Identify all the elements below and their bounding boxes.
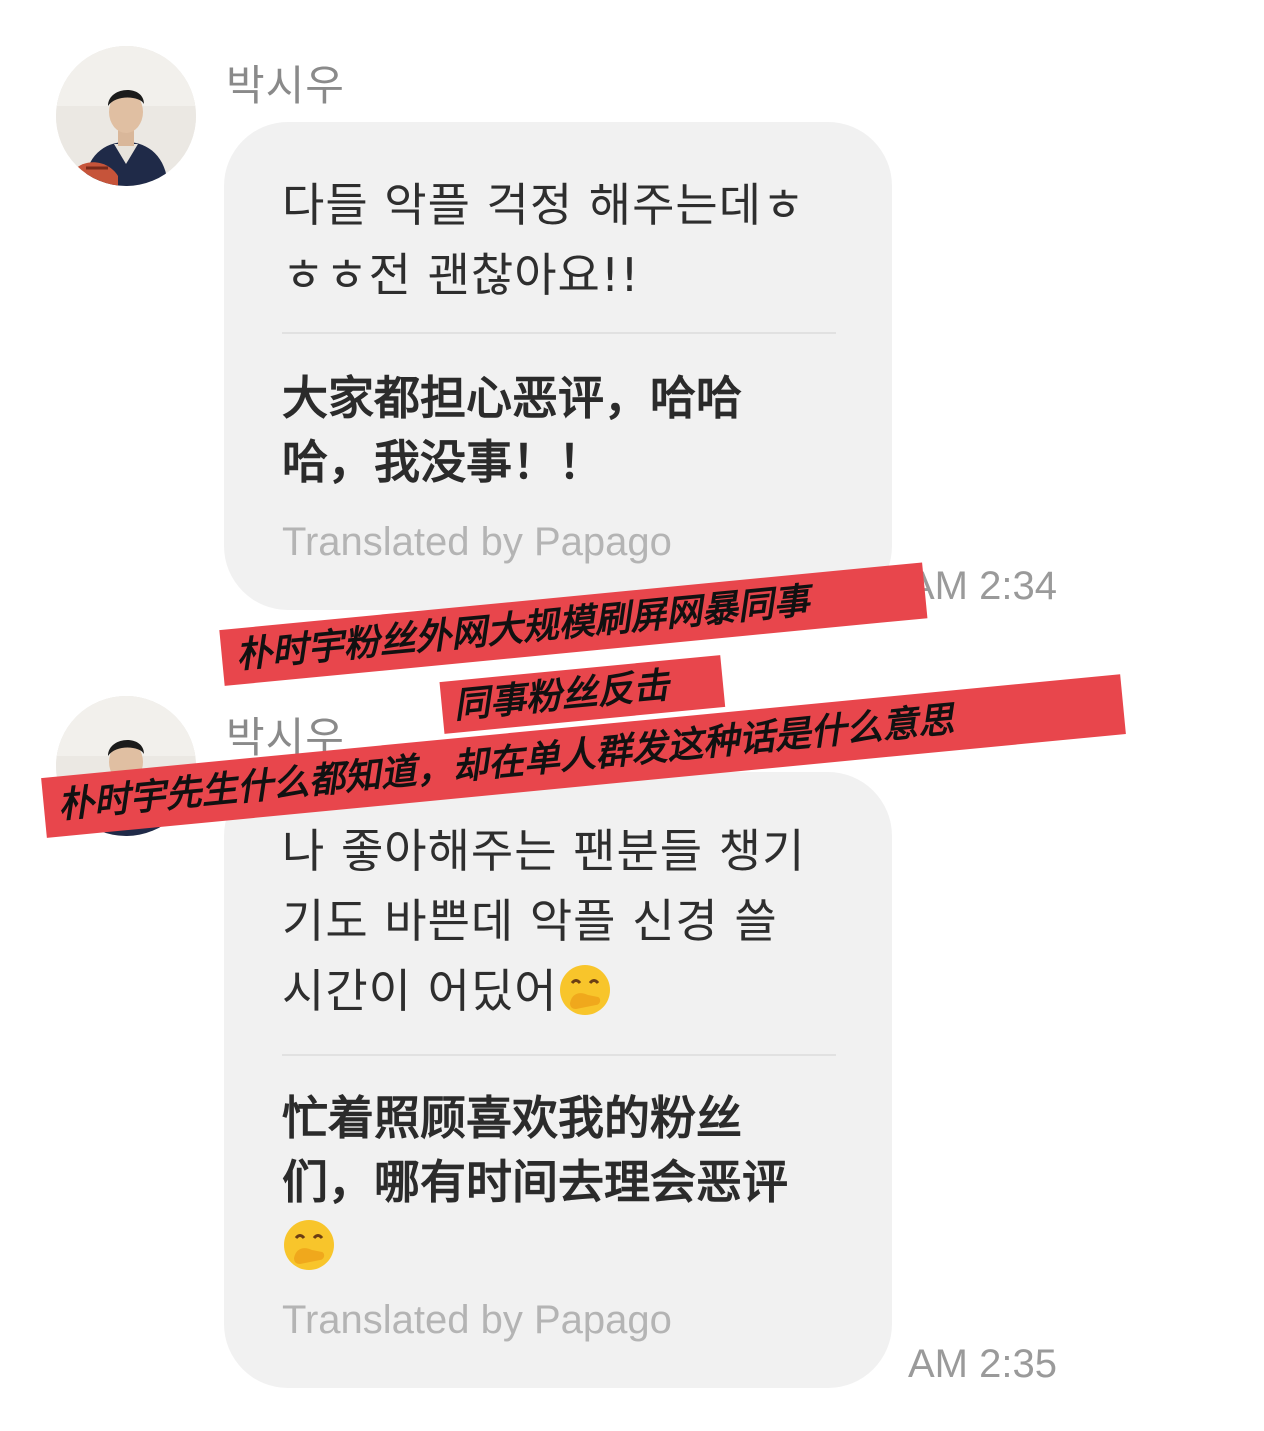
- translation-line: 忙着照顾喜欢我的粉丝: [282, 1091, 742, 1145]
- translated-message-text: 忙着照顾喜欢我的粉丝 们，哪有时间去理会恶评: [282, 1086, 842, 1278]
- original-line: 시간이 어딨어: [282, 956, 842, 1026]
- original-message-text: 나 좋아해주는 팬분들 챙기 기도 바쁜데 악플 신경 쓸 시간이 어딨어: [282, 816, 842, 1026]
- translation-line: 们，哪有时间去理会恶评: [282, 1155, 788, 1209]
- papago-credit: Translated by Papago: [282, 1298, 672, 1342]
- translation-line: 哈，我没事！！: [282, 435, 604, 489]
- message-timestamp: AM 2:34: [908, 564, 1057, 608]
- papago-credit: Translated by Papago: [282, 520, 672, 564]
- message-bubble[interactable]: 나 좋아해주는 팬분들 챙기 기도 바쁜데 악플 신경 쓸 시간이 어딨어 忙着…: [224, 772, 892, 1388]
- original-line: 기도 바쁜데 악플 신경 쓸: [282, 894, 778, 948]
- translation-emoji-line: [282, 1214, 842, 1278]
- original-line: 다들 악플 걱정 해주는데ㅎ: [282, 178, 806, 232]
- original-message-text: 다들 악플 걱정 해주는데ㅎ ㅎㅎ전 괜찮아요!!: [282, 170, 842, 310]
- original-line-text: 시간이 어딨어: [282, 964, 558, 1018]
- message-timestamp: AM 2:35: [908, 1342, 1057, 1386]
- translated-message-text: 大家都担心恶评，哈哈 哈，我没事！！: [282, 366, 842, 494]
- message-bubble[interactable]: 다들 악플 걱정 해주는데ㅎ ㅎㅎ전 괜찮아요!! 大家都担心恶评，哈哈 哈，我…: [224, 122, 892, 610]
- chat-screen: 박시우 다들 악플 걱정 해주는데ㅎ ㅎㅎ전 괜찮아요!! 大家都担心恶评，哈哈…: [0, 0, 1264, 1431]
- sender-avatar[interactable]: [56, 46, 196, 186]
- translation-line: 大家都担心恶评，哈哈: [282, 371, 742, 425]
- translation-divider: [282, 332, 836, 334]
- translation-divider: [282, 1054, 836, 1056]
- original-line: ㅎㅎ전 괜찮아요!!: [282, 248, 640, 302]
- original-line: 나 좋아해주는 팬분들 챙기: [282, 824, 806, 878]
- hand-over-mouth-emoji-icon: [559, 965, 610, 1015]
- sender-name: 박시우: [226, 61, 345, 110]
- hand-over-mouth-emoji-icon: [284, 1220, 334, 1270]
- profile-photo-icon: [56, 46, 196, 186]
